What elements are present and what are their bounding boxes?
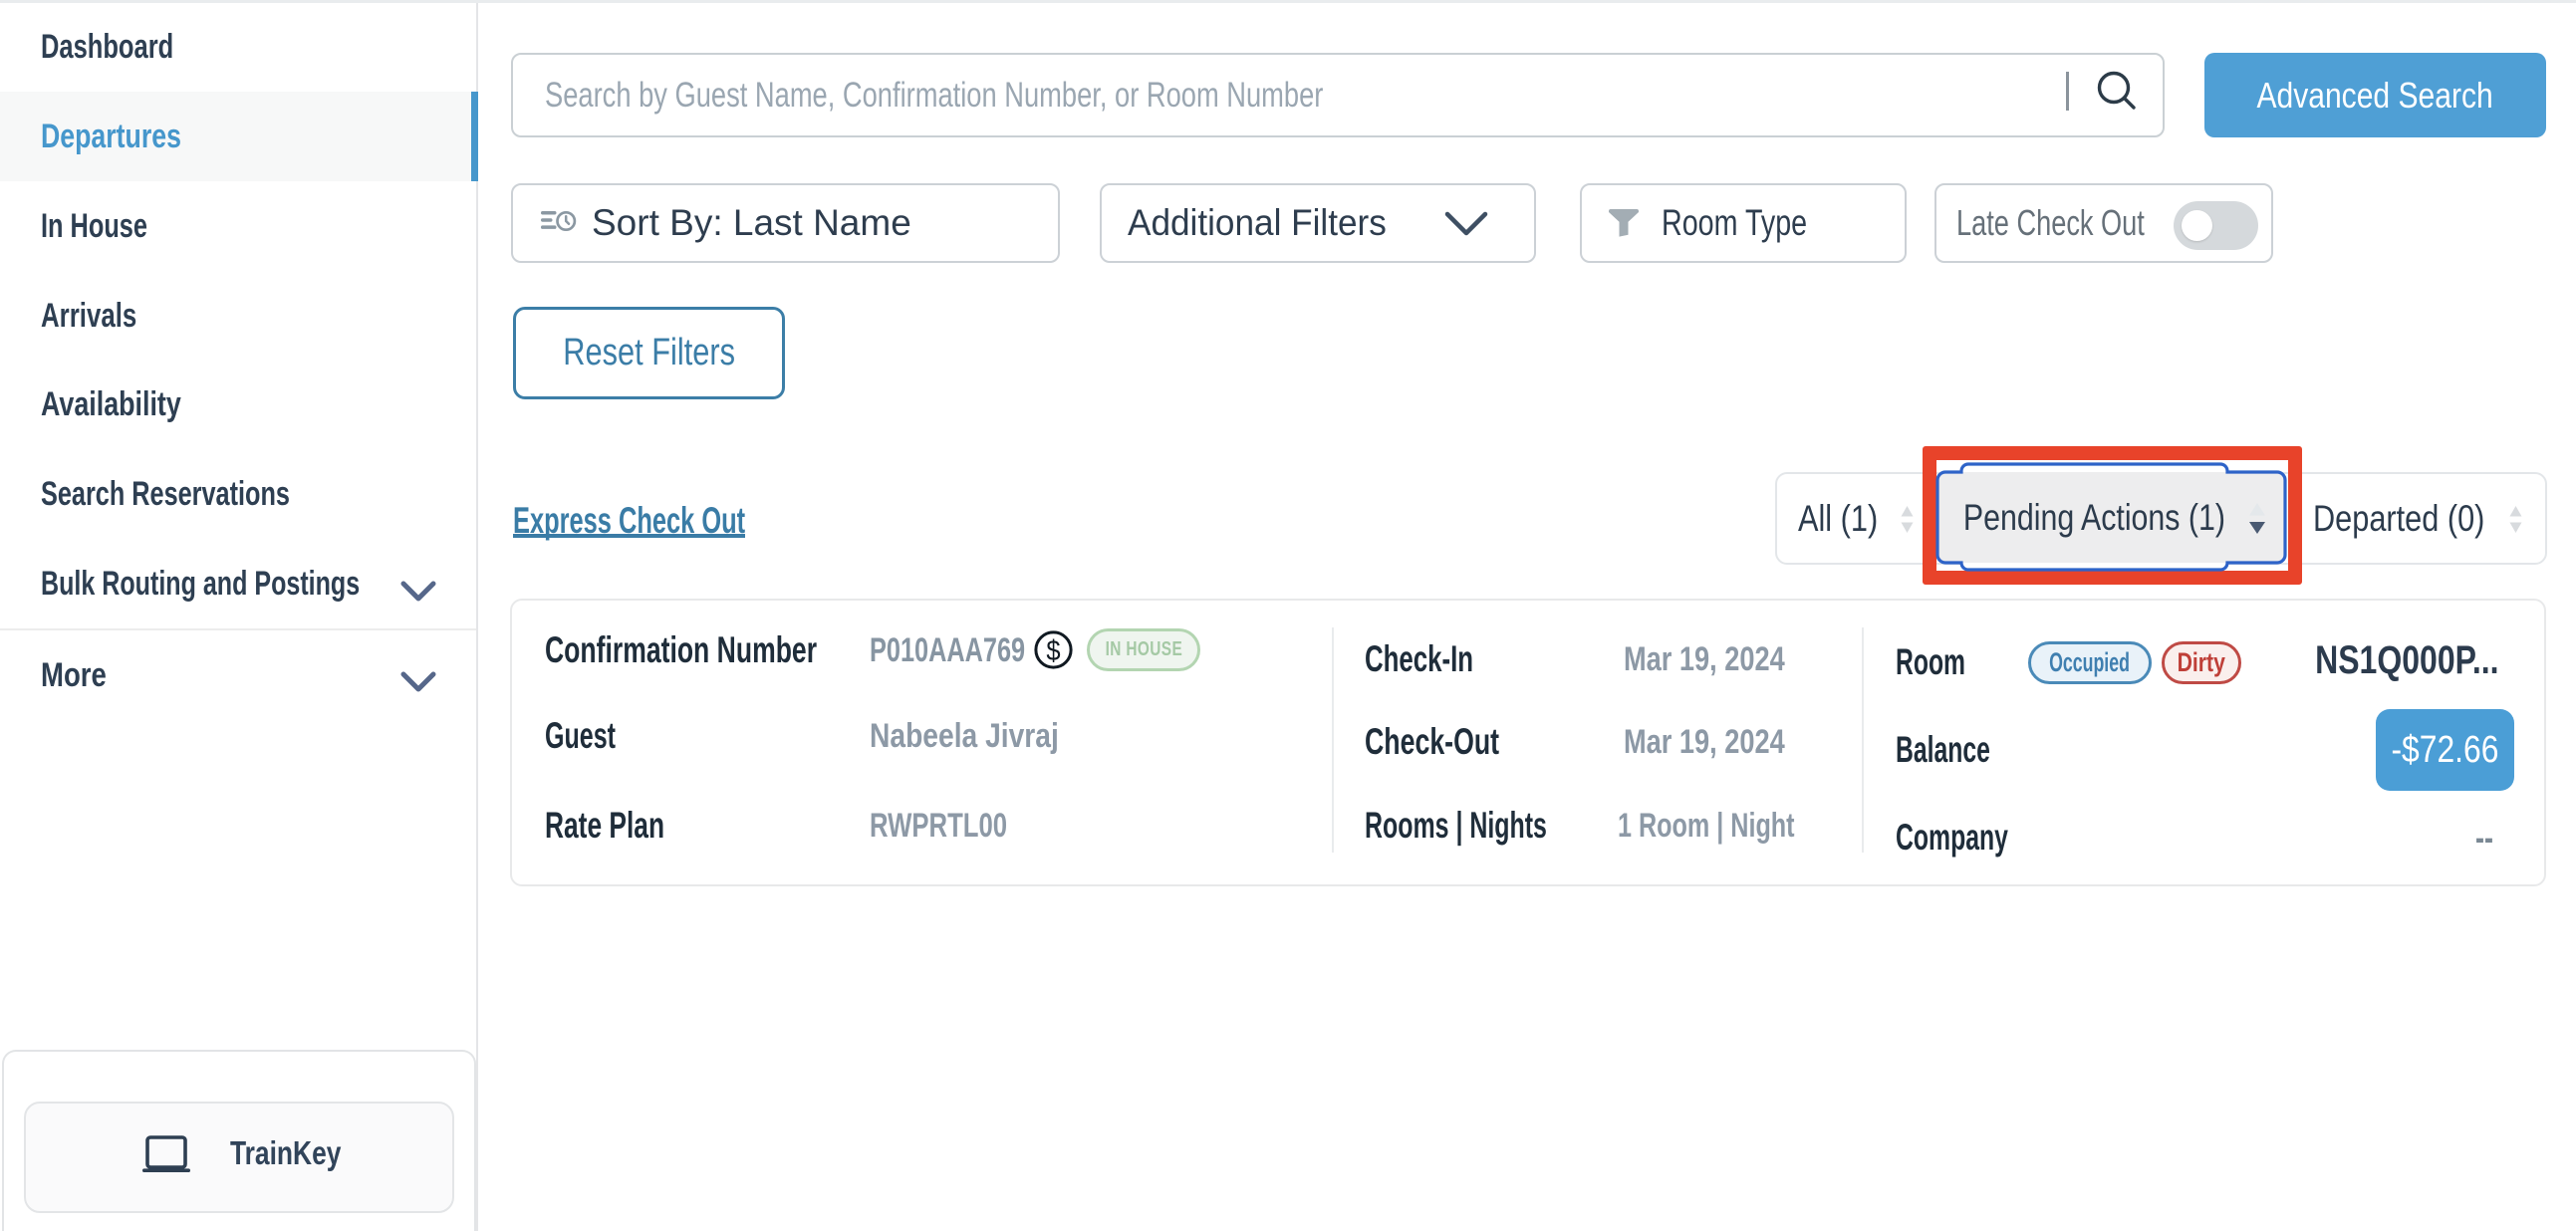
- svg-text:$: $: [1046, 633, 1060, 666]
